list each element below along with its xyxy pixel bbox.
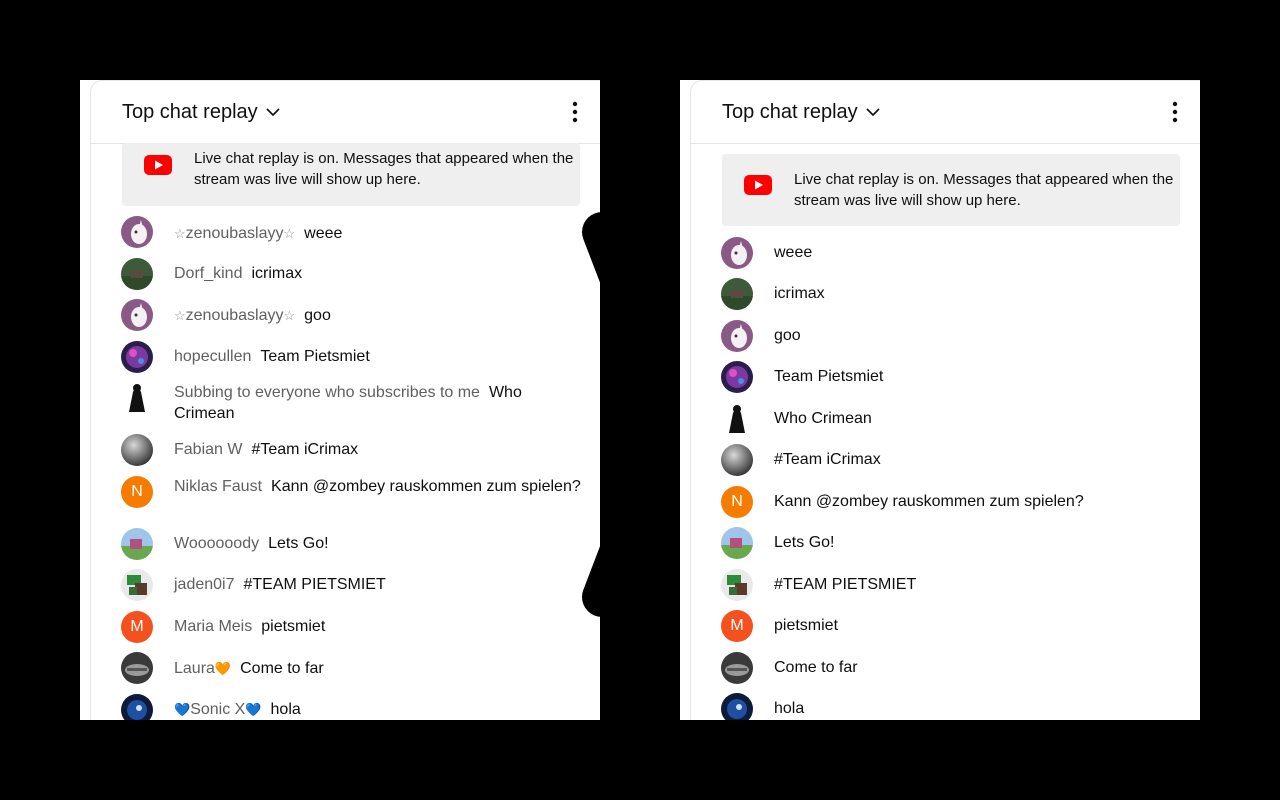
youtube-logo-icon [144,155,172,175]
avatar[interactable] [121,652,153,684]
message-text: weee [774,244,813,261]
message-text: Lets Go! [268,535,329,552]
chevron-down-icon [266,108,280,117]
message-text: pietsmiet [774,617,839,634]
youtube-logo-icon [744,175,772,195]
author-name[interactable]: Maria Meis [174,618,252,635]
message-text: hola [270,701,301,718]
message-text: #TEAM PIETSMIET [774,576,917,593]
message-text: weee [304,225,343,242]
avatar[interactable] [721,652,753,684]
message-text: Team Pietsmiet [774,368,884,385]
avatar[interactable]: N [721,486,753,518]
chat-container: Top chat replay Live chat replay is on. … [690,80,1200,720]
avatar[interactable] [121,216,153,248]
message-text: Who Crimean [774,410,872,427]
message-text: hola [774,700,805,717]
avatar[interactable] [121,569,153,601]
message-text: Team Pietsmiet [260,348,370,365]
chat-container: Top chat replay Live chat replay is on. … [90,80,600,720]
avatar[interactable] [121,528,153,560]
author-name: zenoubaslayy [185,307,284,324]
avatar[interactable] [121,299,153,331]
message-text: #Team iCrimax [251,441,359,458]
author-name[interactable]: Dorf_kind [174,265,242,282]
chat-panel-before: Top chat replay Live chat replay is on. … [80,80,600,720]
message-text: pietsmiet [261,618,326,635]
avatar[interactable] [721,403,753,435]
chat-title: Top chat replay [122,100,258,123]
replay-banner-text: Live chat replay is on. Messages that ap… [794,171,1174,209]
avatar[interactable] [721,361,753,393]
avatar[interactable] [721,237,753,269]
author-name: Sonic X [190,701,246,718]
avatar[interactable] [721,527,753,559]
chat-header: Top chat replay [691,81,1200,144]
author-name[interactable]: Subbing to everyone who subscribes to me [174,384,480,401]
replay-banner-text: Live chat replay is on. Messages that ap… [194,150,574,188]
avatar[interactable] [721,278,753,310]
chevron-down-icon [866,108,880,117]
message-text: icrimax [251,265,303,282]
message-text: #Team iCrimax [774,451,881,468]
avatar[interactable] [121,382,153,414]
message-text: #TEAM PIETSMIET [243,576,386,593]
chat-mode-dropdown[interactable]: Top chat replay [722,99,882,125]
message-text: goo [774,327,801,344]
chat-mode-dropdown[interactable]: Top chat replay [122,99,282,125]
avatar[interactable] [121,341,153,373]
message-text: goo [304,307,331,324]
avatar[interactable] [121,258,153,290]
chat-header: Top chat replay [91,81,600,144]
message-text: Kann @zombey rauskommen zum spielen? [774,493,1084,510]
replay-banner: Live chat replay is on. Messages that ap… [722,154,1180,226]
more-vert-icon[interactable] [1163,99,1187,125]
chat-title: Top chat replay [722,100,858,123]
chat-panel-after: Top chat replay Live chat replay is on. … [680,80,1200,720]
avatar[interactable] [721,320,753,352]
author-name[interactable]: Woooooody [174,535,259,552]
avatar[interactable] [121,434,153,466]
avatar[interactable] [721,444,753,476]
avatar[interactable] [121,694,153,720]
message-text: icrimax [774,285,825,302]
message-text: Come to far [240,660,324,677]
author-name[interactable]: Fabian W [174,441,242,458]
author-name[interactable]: Niklas Faust [174,478,262,495]
message-text: Kann @zombey rauskommen zum spielen? [271,478,581,495]
author-name: zenoubaslayy [185,225,284,242]
avatar[interactable]: M [721,610,753,642]
replay-banner: Live chat replay is on. Messages that ap… [122,143,580,206]
message-text: Come to far [774,659,858,676]
avatar[interactable] [721,569,753,601]
author-name: Laura [174,660,215,677]
avatar[interactable]: M [121,611,153,643]
author-name[interactable]: hopecullen [174,348,251,365]
avatar[interactable]: N [121,476,153,508]
author-name[interactable]: jaden0i7 [174,576,235,593]
message-text: Lets Go! [774,534,835,551]
avatar[interactable] [721,693,753,720]
more-vert-icon[interactable] [563,99,587,125]
